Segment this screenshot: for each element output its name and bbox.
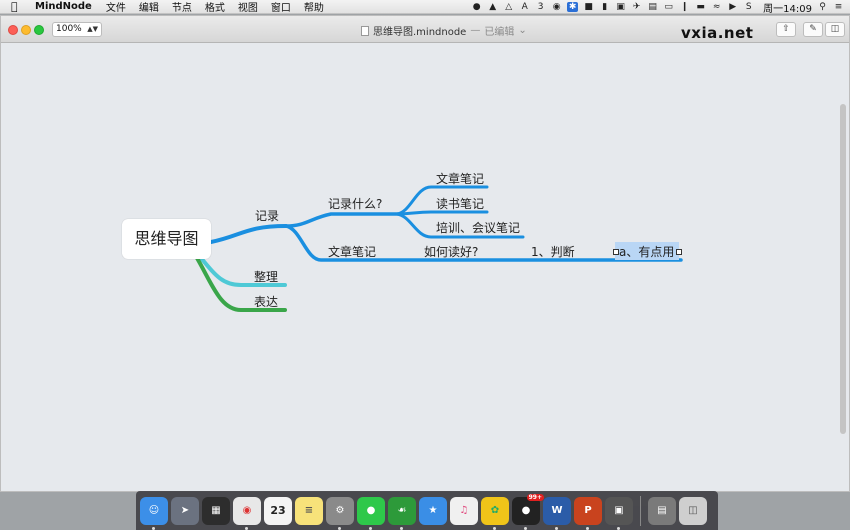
selection-handle-left[interactable] — [613, 249, 619, 255]
style-button[interactable]: ✎ — [803, 22, 823, 37]
launchpad-icon[interactable]: ➤ — [171, 496, 199, 525]
share-button[interactable]: ⇧ — [776, 22, 796, 37]
downloads-stack-icon[interactable]: ▤ — [648, 496, 676, 525]
qq-badge: 99+ — [526, 493, 544, 501]
stepper-arrows-icon: ▲▼ — [87, 25, 98, 33]
brush-icon: ✎ — [809, 24, 817, 34]
node-article-notes-2[interactable]: 文章笔记 — [328, 243, 376, 260]
root-node[interactable]: 思维导图 — [122, 219, 211, 259]
wifi-icon[interactable]: ≈ — [711, 2, 722, 12]
hat-icon[interactable]: ▲ — [487, 2, 498, 12]
zoom-select[interactable]: 100% ▲▼ — [52, 22, 102, 37]
zoom-window-button[interactable] — [34, 25, 44, 35]
zoom-value: 100% — [56, 24, 82, 34]
powerpoint-icon[interactable]: P — [574, 496, 602, 530]
screen-recorder-icon[interactable]: ▣ — [605, 496, 633, 530]
node-reading-notes[interactable]: 读书笔记 — [436, 195, 484, 212]
word-icon[interactable]: W — [543, 496, 571, 530]
dock: ☺ ➤ ▦ ◉ 23 ≡ ⚙ ● ☙ ★ ♫ ✿ ● 99+ W P ▣ ▤ ◫ — [136, 491, 718, 530]
airplay-icon[interactable]: ▭ — [663, 2, 674, 12]
chevron-down-icon[interactable]: ⌄ — [518, 25, 526, 36]
qq-icon[interactable]: ● 99+ — [512, 493, 544, 530]
node-record-what[interactable]: 记录什么? — [328, 195, 382, 212]
powerpoint-label: P — [584, 505, 592, 516]
close-window-button[interactable] — [8, 25, 18, 35]
spotlight-search-icon[interactable]: ⚲ — [817, 2, 828, 12]
calendar-icon[interactable]: 23 — [264, 496, 292, 525]
calendar-day: 23 — [270, 504, 286, 517]
document-icon — [361, 25, 369, 36]
branch-lines — [195, 185, 683, 312]
network-tool-icon[interactable]: ✱ — [567, 2, 579, 12]
word-label: W — [551, 505, 563, 516]
node-judge[interactable]: 1、判断 — [531, 243, 575, 260]
mindnode-window: 100% ▲▼ 思维导图.mindnode — 已编辑 ⌄ vxia.net ⇧… — [0, 15, 850, 506]
apple-menu-icon[interactable]:  — [11, 0, 23, 13]
node-useful[interactable]: a、有点用 — [619, 243, 674, 260]
system-preferences-icon[interactable]: ⚙ — [326, 496, 354, 530]
triangle-icon[interactable]: △ — [503, 2, 514, 12]
chrome-icon[interactable]: ◉ — [233, 496, 261, 530]
node-how-to-read[interactable]: 如何读好? — [424, 243, 478, 260]
mindnode-icon[interactable]: ✿ — [481, 496, 509, 530]
app-menu[interactable]: MindNode — [35, 1, 92, 12]
vertical-scroll-thumb[interactable] — [840, 104, 846, 434]
branch-line-record-what — [284, 212, 403, 228]
minimize-window-button[interactable] — [21, 25, 31, 35]
node-article-notes-1[interactable]: 文章笔记 — [436, 170, 484, 187]
mindmap-canvas[interactable]: 思维导图 记录 记录什么? 文章笔记 读书笔记 培训、会议笔记 文章笔记 如何读… — [1, 44, 849, 506]
shield-icon[interactable]: ■ — [583, 2, 594, 12]
s-app-icon[interactable]: S — [743, 2, 754, 12]
sidebar-toggle-button[interactable]: ◫ — [825, 22, 845, 37]
edited-status[interactable]: 已编辑 — [484, 23, 514, 38]
evernote-icon[interactable]: ☙ — [388, 496, 416, 530]
menu-format[interactable]: 格式 — [205, 0, 225, 14]
sidebar-icon: ◫ — [830, 24, 840, 34]
menu-view[interactable]: 视图 — [238, 0, 258, 14]
selection-handle-right[interactable] — [676, 249, 682, 255]
safari-icon[interactable]: ★ — [419, 496, 447, 525]
menu-help[interactable]: 帮助 — [304, 0, 324, 14]
dashboard-icon[interactable]: ▦ — [202, 496, 230, 525]
wechat-icon[interactable]: ● — [357, 496, 385, 530]
vertical-scrollbar[interactable] — [839, 64, 847, 484]
volume-icon[interactable]: ▶ — [727, 2, 738, 12]
trash-icon[interactable]: ◫ — [679, 496, 707, 525]
menu-window[interactable]: 窗口 — [271, 0, 291, 14]
status-bar: ● ▲ △ A 3 ◉ ✱ ■ ▮ ▣ ✈ ▤ ▭ ❙ ▬ ≈ ▶ S 周一14… — [471, 0, 844, 15]
title-bar: 100% ▲▼ 思维导图.mindnode — 已编辑 ⌄ vxia.net ⇧… — [1, 16, 849, 43]
watermark: vxia.net — [681, 24, 754, 42]
finder-icon[interactable]: ☺ — [140, 496, 168, 530]
battery-icon[interactable]: ▬ — [695, 2, 706, 12]
node-express[interactable]: 表达 — [254, 293, 278, 310]
document-name: 思维导图.mindnode — [373, 27, 467, 38]
bookmark-icon[interactable]: ▮ — [599, 2, 610, 12]
menu-node[interactable]: 节点 — [172, 0, 192, 14]
itunes-icon[interactable]: ♫ — [450, 496, 478, 525]
share-icon: ⇧ — [782, 24, 790, 34]
status-number[interactable]: 3 — [535, 2, 546, 12]
adobe-icon[interactable]: A — [519, 2, 530, 12]
menu-file[interactable]: 文件 — [106, 0, 126, 14]
branch-line-reading-notes — [395, 210, 489, 216]
vpn-icon[interactable]: ◉ — [551, 2, 562, 12]
menu-bar:  MindNode 文件 编辑 节点 格式 视图 窗口 帮助 ● ▲ △ A … — [0, 0, 850, 15]
title-separator: — — [470, 25, 481, 36]
camera-icon[interactable]: ● — [471, 2, 482, 12]
plane-icon[interactable]: ✈ — [631, 2, 642, 12]
menu-edit[interactable]: 编辑 — [139, 0, 159, 14]
translate-icon[interactable]: ▤ — [647, 2, 658, 12]
node-record[interactable]: 记录 — [255, 207, 279, 224]
notes-icon[interactable]: ≡ — [295, 496, 323, 525]
node-organize[interactable]: 整理 — [254, 268, 278, 285]
dock-separator — [640, 495, 641, 526]
branch-line-record — [209, 224, 288, 244]
notification-center-icon[interactable]: ≡ — [833, 2, 844, 12]
window-title: 思维导图.mindnode — 已编辑 ⌄ — [361, 23, 527, 38]
clock[interactable]: 周一14:09 — [763, 0, 812, 15]
lock-icon[interactable]: ▣ — [615, 2, 626, 12]
bluetooth-icon[interactable]: ❙ — [679, 2, 690, 12]
node-training-notes[interactable]: 培训、会议笔记 — [436, 219, 520, 236]
